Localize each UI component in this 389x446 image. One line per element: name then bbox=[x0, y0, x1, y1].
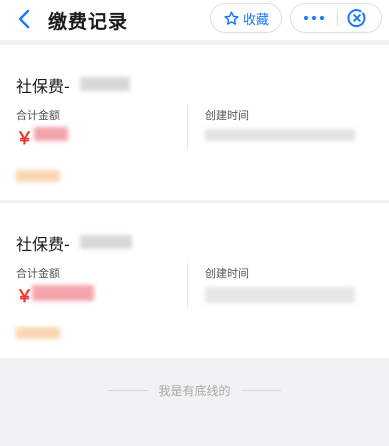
create-time-label: 创建时间 bbox=[205, 267, 249, 280]
star-icon bbox=[224, 10, 239, 25]
amount-label: 合计金额 bbox=[16, 109, 60, 122]
footer-line-left bbox=[108, 389, 149, 391]
redacted-status-tag bbox=[16, 327, 60, 339]
list-end-footer: 我是有底线的 bbox=[0, 380, 389, 400]
divider bbox=[187, 263, 188, 307]
capsule-divider bbox=[337, 11, 338, 26]
mini-program-capsule bbox=[290, 3, 382, 33]
currency-symbol: ￥ bbox=[16, 129, 33, 149]
footer-text: 我是有底线的 bbox=[158, 383, 231, 398]
record-card[interactable]: 社保费- 合计金额 创建时间 ￥ bbox=[0, 203, 389, 358]
redacted-amount bbox=[32, 285, 94, 301]
redacted-amount bbox=[34, 127, 68, 141]
record-title: 社保费- bbox=[16, 235, 70, 254]
divider bbox=[187, 105, 188, 149]
create-time-label: 创建时间 bbox=[205, 109, 249, 122]
redacted-time bbox=[205, 287, 355, 303]
redacted-status-tag bbox=[16, 170, 60, 182]
redacted-region bbox=[80, 77, 130, 91]
amount-label: 合计金额 bbox=[16, 267, 60, 280]
page-title: 缴费记录 bbox=[48, 11, 129, 33]
record-title: 社保费- bbox=[16, 77, 70, 96]
currency-symbol: ￥ bbox=[16, 287, 33, 307]
close-circle-icon[interactable] bbox=[347, 8, 367, 28]
redacted-time bbox=[205, 129, 355, 141]
navigation-bar: 缴费记录 收藏 bbox=[0, 0, 389, 40]
collect-button[interactable]: 收藏 bbox=[210, 3, 282, 33]
more-dots-icon[interactable] bbox=[291, 4, 337, 32]
record-card[interactable]: 社保费- 合计金额 创建时间 ￥ bbox=[0, 45, 389, 200]
chevron-left-icon[interactable] bbox=[14, 7, 36, 31]
collect-label: 收藏 bbox=[242, 12, 269, 28]
redacted-region bbox=[80, 235, 132, 249]
footer-line-right bbox=[240, 389, 281, 391]
